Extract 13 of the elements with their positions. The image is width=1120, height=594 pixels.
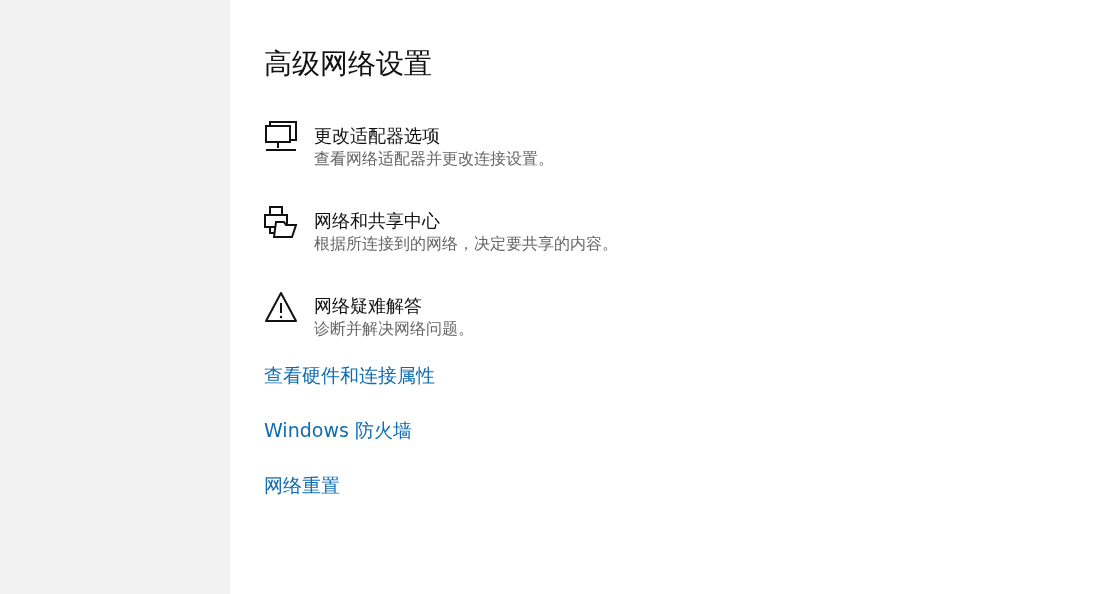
settings-link[interactable]: Windows 防火墙 [264,417,412,443]
option-description: 诊断并解决网络问题。 [314,318,474,340]
option-description: 查看网络适配器并更改连接设置。 [314,148,554,170]
monitor-network-icon [264,120,298,154]
printer-folder-icon [264,205,298,239]
option-title[interactable]: 网络和共享中心 [314,209,618,233]
option-description: 根据所连接到的网络，决定要共享的内容。 [314,233,618,255]
option-title[interactable]: 更改适配器选项 [314,124,554,148]
settings-link[interactable]: 网络重置 [264,472,340,498]
warning-icon [264,290,298,324]
settings-link[interactable]: 查看硬件和连接属性 [264,362,435,388]
page-title: 高级网络设置 [264,46,433,82]
option-title[interactable]: 网络疑难解答 [314,294,474,318]
